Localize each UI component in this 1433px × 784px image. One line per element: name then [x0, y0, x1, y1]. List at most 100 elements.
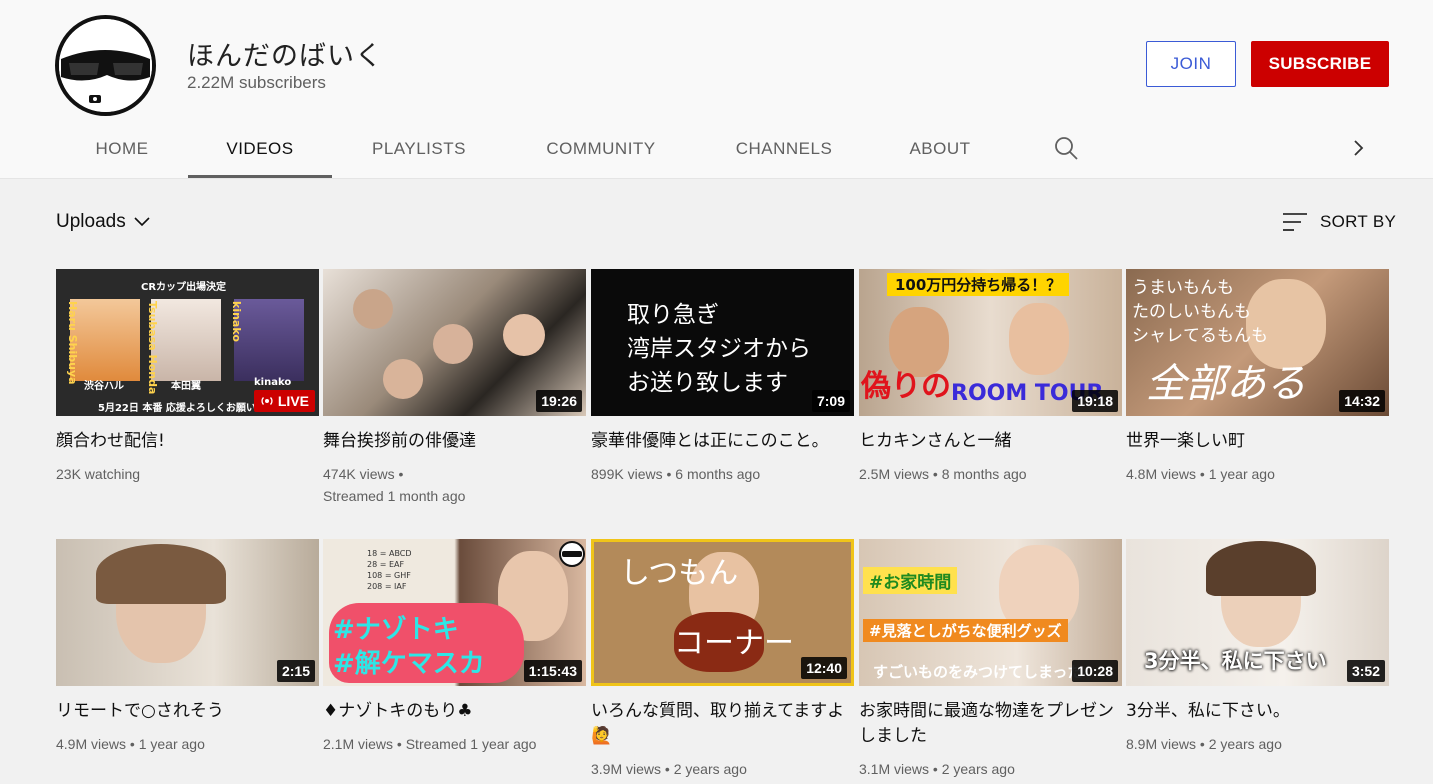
view-count: 3.1M views: [859, 761, 930, 777]
thumb-text: Haru Shibuya: [66, 301, 79, 385]
thumb-text: 100万円分持ち帰る！？: [887, 273, 1070, 296]
meta-separator: [395, 466, 404, 482]
channel-logo-icon: [559, 541, 585, 567]
tab-playlists[interactable]: PLAYLISTS: [340, 120, 498, 178]
video-title[interactable]: ♦ナゾトキのもり♣: [323, 699, 586, 724]
video-meta: 2.1M views Streamed 1 year ago: [323, 733, 586, 755]
subscribe-button[interactable]: SUBSCRIBE: [1251, 41, 1389, 87]
video-meta: 3.1M views 2 years ago: [859, 758, 1122, 780]
channel-avatar[interactable]: [55, 15, 156, 116]
video-thumbnail[interactable]: うまいもんも たのしいもんも シャレてるもんも 全部ある 14:32: [1126, 269, 1389, 416]
video-thumbnail[interactable]: しつもん コーナー 12:40: [591, 539, 854, 686]
video-meta: 4.9M views 1 year ago: [56, 733, 319, 755]
thumb-text: kinako: [230, 301, 243, 342]
video-title[interactable]: 豪華俳優陣とは正にこのこと。: [591, 429, 854, 454]
duration-badge: 10:28: [1072, 660, 1118, 682]
thumb-figure: [234, 299, 304, 381]
thumb-text: 208 = IAF: [367, 582, 407, 591]
video-thumbnail[interactable]: #お家時間 #見落としがちな便利グッズ すごいものをみつけてしまった 10:28: [859, 539, 1122, 686]
meta-separator: [126, 736, 139, 752]
thumb-figure: [353, 289, 393, 329]
thumb-text: 3分半、私に下さい: [1144, 649, 1327, 673]
thumb-figure: [151, 299, 221, 381]
video-card[interactable]: 3分半、私に下さい 3:52 3分半、私に下さい。 8.9M views 2 ye…: [1126, 539, 1389, 755]
video-thumbnail[interactable]: 19:26: [323, 269, 586, 416]
thumb-text: 取り急ぎ: [627, 302, 719, 328]
tab-about[interactable]: ABOUT: [884, 120, 996, 178]
video-title[interactable]: 顔合わせ配信!: [56, 429, 319, 454]
upload-date: 1 year ago: [138, 736, 205, 752]
video-thumbnail[interactable]: 18 = ABCD 28 = EAF 108 = GHF 208 = IAF #…: [323, 539, 586, 686]
live-badge: LIVE: [253, 390, 315, 412]
video-card[interactable]: 19:26 舞台挨拶前の俳優達 474K views Streamed 1 mo…: [323, 269, 586, 507]
video-thumbnail[interactable]: 2:15: [56, 539, 319, 686]
channel-tabs: HOME VIDEOS PLAYLISTS COMMUNITY CHANNELS…: [0, 120, 1433, 178]
thumb-text: 偽りの: [861, 369, 951, 404]
video-card[interactable]: #お家時間 #見落としがちな便利グッズ すごいものをみつけてしまった 10:28…: [859, 539, 1122, 780]
thumb-figure: [70, 299, 140, 381]
video-card[interactable]: CRカップ出場決定 Haru Shibuya Tsubasa Honda kin…: [56, 269, 319, 485]
thumb-text: お送り致します: [627, 370, 788, 396]
thumb-text: コーナー: [674, 626, 794, 661]
thumb-figure: [1206, 541, 1316, 596]
video-card[interactable]: 取り急ぎ 湾岸スタジオから お送り致します 7:09 豪華俳優陣とは正にこのこと…: [591, 269, 854, 485]
view-count: 2.1M views: [323, 736, 394, 752]
video-card[interactable]: うまいもんも たのしいもんも シャレてるもんも 全部ある 14:32 世界一楽し…: [1126, 269, 1389, 485]
video-card[interactable]: 100万円分持ち帰る！？ 偽りの ROOM TOUR 19:18 ヒカキンさんと…: [859, 269, 1122, 485]
video-card[interactable]: 18 = ABCD 28 = EAF 108 = GHF 208 = IAF #…: [323, 539, 586, 755]
thumb-figure: [383, 359, 423, 399]
video-thumbnail[interactable]: 取り急ぎ 湾岸スタジオから お送り致します 7:09: [591, 269, 854, 416]
thumb-text: #解ケマスカ: [333, 649, 485, 679]
video-meta: 23K watching: [56, 463, 319, 485]
video-thumbnail[interactable]: CRカップ出場決定 Haru Shibuya Tsubasa Honda kin…: [56, 269, 319, 416]
sort-by-button[interactable]: SORT BY: [1282, 211, 1396, 233]
view-count: 3.9M views: [591, 761, 662, 777]
thumb-text: kinako: [254, 377, 292, 388]
thumb-text: うまいもんも: [1132, 278, 1234, 298]
video-meta: 8.9M views 2 years ago: [1126, 733, 1389, 755]
video-meta: 2.5M views 8 months ago: [859, 463, 1122, 485]
view-count: 4.9M views: [56, 736, 127, 752]
duration-badge: 14:32: [1339, 390, 1385, 412]
duration-badge: 3:52: [1346, 660, 1385, 682]
thumb-text: #お家時間: [863, 567, 958, 594]
video-title[interactable]: ヒカキンさんと一緒: [859, 429, 1122, 454]
sunglasses-logo-icon: [59, 19, 152, 112]
meta-separator: [1196, 466, 1209, 482]
video-title[interactable]: 舞台挨拶前の俳優達: [323, 429, 586, 454]
tab-channels[interactable]: CHANNELS: [708, 120, 860, 178]
upload-date: 2 years ago: [941, 761, 1015, 777]
video-title[interactable]: 世界一楽しい町: [1126, 429, 1389, 454]
thumb-text: CRカップ出場決定: [141, 282, 227, 293]
thumb-figure: [503, 314, 545, 356]
video-thumbnail[interactable]: 100万円分持ち帰る！？ 偽りの ROOM TOUR 19:18: [859, 269, 1122, 416]
meta-separator: [661, 761, 674, 777]
video-card[interactable]: 2:15 リモートで○されそう 4.9M views 1 year ago: [56, 539, 319, 755]
video-meta: 4.8M views 1 year ago: [1126, 463, 1389, 485]
video-thumbnail[interactable]: 3分半、私に下さい 3:52: [1126, 539, 1389, 686]
view-count: 474K views: [323, 466, 395, 482]
thumb-figure: [96, 544, 226, 604]
join-button[interactable]: JOIN: [1146, 41, 1236, 87]
video-title[interactable]: お家時間に最適な物達をプレゼンしました: [859, 699, 1122, 749]
chevron-right-icon[interactable]: [1347, 134, 1371, 162]
meta-separator: [929, 761, 942, 777]
upload-date: 6 months ago: [675, 466, 761, 482]
upload-date: 2 years ago: [673, 761, 747, 777]
duration-badge: 7:09: [811, 390, 850, 412]
search-icon[interactable]: [1052, 134, 1080, 162]
video-card[interactable]: しつもん コーナー 12:40 いろんな質問、取り揃えてますよ🙋 3.9M vi…: [591, 539, 854, 780]
upload-date: 8 months ago: [941, 466, 1027, 482]
video-title[interactable]: いろんな質問、取り揃えてますよ🙋: [591, 699, 854, 749]
tab-community[interactable]: COMMUNITY: [520, 120, 682, 178]
tab-videos[interactable]: VIDEOS: [188, 120, 332, 178]
view-count: 899K views: [591, 466, 663, 482]
live-broadcast-icon: [261, 397, 273, 405]
uploads-filter[interactable]: Uploads: [56, 211, 150, 233]
meta-separator: [663, 466, 676, 482]
tab-home[interactable]: HOME: [58, 120, 186, 178]
thumb-text: 湾岸スタジオから: [627, 336, 811, 362]
video-meta: 474K views Streamed 1 month ago: [323, 463, 586, 507]
video-title[interactable]: 3分半、私に下さい。: [1126, 699, 1389, 724]
video-title[interactable]: リモートで○されそう: [56, 699, 319, 724]
